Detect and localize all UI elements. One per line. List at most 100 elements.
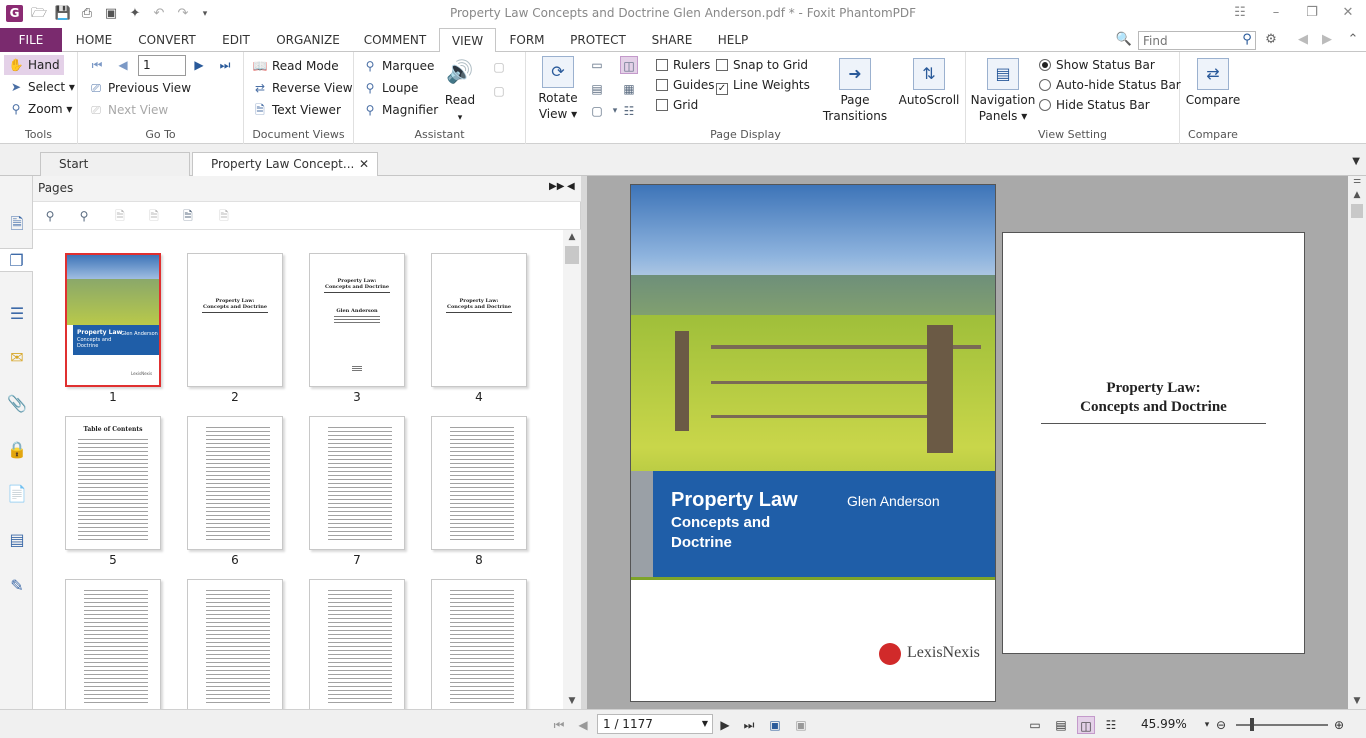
tab-form[interactable]: FORM [503, 28, 551, 52]
marquee-button[interactable]: ⚲ Marquee [362, 56, 435, 76]
thumbnail-page-11[interactable] [309, 579, 405, 709]
last-page-icon[interactable]: ⏭ [740, 716, 758, 734]
guides-checkbox[interactable]: Guides [656, 75, 715, 95]
facing-pages-icon[interactable]: ◫ [620, 56, 638, 74]
continuous-facing-mode-icon[interactable]: ☷ [1102, 716, 1120, 734]
search-icon[interactable]: ⚲ [1238, 31, 1256, 49]
scrollbar-thumb[interactable] [1351, 204, 1363, 218]
layers-icon[interactable]: ☰ [5, 302, 29, 326]
thumbnail-page-4[interactable]: Property Law: Concepts and Doctrine [431, 253, 527, 387]
scroll-down-icon[interactable]: ▼ [563, 696, 581, 706]
page-number-input[interactable]: 1 [138, 55, 186, 76]
hide-status-bar-radio[interactable]: Hide Status Bar [1039, 95, 1150, 115]
maximize-icon[interactable]: ❐ [1300, 2, 1324, 24]
thumbnail-page-7[interactable] [309, 416, 405, 550]
continuous-mode-icon[interactable]: ▤ [1052, 716, 1070, 734]
find-options-icon[interactable]: 🔍 [1115, 31, 1133, 49]
reverse-view-button[interactable]: ⇄ Reverse View [252, 78, 353, 98]
single-page-mode-icon[interactable]: ▭ [1026, 716, 1044, 734]
collapse-panel-icon[interactable]: ◀ [567, 181, 575, 192]
settings-gear-icon[interactable]: ⚙ [1262, 31, 1280, 49]
grid-checkbox[interactable]: Grid [656, 95, 698, 115]
tab-start[interactable]: Start [40, 152, 190, 176]
reflow-icon[interactable]: ☷ [620, 102, 638, 120]
autoscroll-button[interactable]: ⇅ AutoScroll [896, 58, 962, 108]
thumbnail-page-8[interactable] [431, 416, 527, 550]
next-result-icon[interactable]: ▶ [1318, 31, 1336, 49]
text-viewer-button[interactable]: 🗎 Text Viewer [252, 100, 341, 120]
thumbnail-page-10[interactable] [187, 579, 283, 709]
tab-comment[interactable]: COMMENT [357, 28, 433, 52]
page-transitions-button[interactable]: ➜ Page Transitions [820, 58, 890, 124]
zoom-tool-button[interactable]: ⚲ Zoom ▾ [8, 99, 73, 119]
facing-mode-icon[interactable]: ◫ [1077, 716, 1095, 734]
page-properties-icon[interactable]: 🗎 [179, 207, 197, 225]
expand-panel-icon[interactable]: ▶▶ [549, 181, 564, 192]
next-page-icon[interactable]: ▶ [190, 56, 208, 74]
pages-icon[interactable]: ❐ [0, 248, 33, 272]
thumbnail-page-3[interactable]: Property Law: Concepts and Doctrine Glen… [309, 253, 405, 387]
previous-page-icon[interactable]: ◀ [574, 716, 592, 734]
bookmarks-icon[interactable]: 🗎 [5, 212, 29, 236]
tab-share[interactable]: SHARE [644, 28, 700, 52]
first-page-icon[interactable]: ⏮ [550, 716, 568, 734]
previous-view-icon[interactable]: ▣ [766, 716, 784, 734]
insert-page-icon[interactable]: 🗎 [111, 207, 129, 225]
separate-cover-icon[interactable]: ▢ [588, 102, 606, 120]
magnifier-button[interactable]: ⚲ Magnifier [362, 100, 439, 120]
rulers-checkbox[interactable]: Rulers [656, 55, 710, 75]
close-window-icon[interactable]: ✕ [1336, 2, 1360, 24]
minimize-icon[interactable]: – [1264, 2, 1288, 24]
delete-page-icon[interactable]: 🗎 [215, 207, 233, 225]
comments-icon[interactable]: ✉ [5, 346, 29, 370]
signatures-icon[interactable]: 📄 [5, 482, 29, 506]
tab-file[interactable]: FILE [0, 28, 62, 52]
scroll-down-icon[interactable]: ▼ [1348, 696, 1366, 706]
attachments-icon[interactable]: 📎 [5, 392, 29, 416]
tab-view[interactable]: VIEW [439, 28, 496, 53]
split-view-icon[interactable]: ⚌ [1348, 176, 1366, 186]
read-button[interactable]: 🔊 Read ▾ [444, 58, 476, 126]
zoom-in-icon[interactable]: ⊕ [1330, 716, 1348, 734]
zoom-level[interactable]: 45.99% [1141, 717, 1187, 731]
first-page-icon[interactable]: ⏮ [88, 56, 106, 74]
tab-document[interactable]: Property Law Concept... ✕ [192, 152, 378, 177]
autohide-status-bar-radio[interactable]: Auto-hide Status Bar [1039, 75, 1181, 95]
thumbnail-scrollbar[interactable]: ▲ ▼ [563, 230, 581, 709]
tags-icon[interactable]: ✎ [5, 574, 29, 598]
hand-tool-button[interactable]: ✋ Hand [4, 55, 64, 75]
thumbnail-page-1[interactable]: Property Law Concepts and Doctrine Glen … [65, 253, 161, 387]
zoom-slider-handle[interactable] [1250, 718, 1254, 731]
enlarge-thumbnails-icon[interactable]: ⚲ [41, 207, 59, 225]
page-indicator-dropdown[interactable]: 1 / 1177 ▼ [597, 714, 713, 734]
restore-layout-icon[interactable]: ☷ [1228, 2, 1252, 24]
scroll-up-icon[interactable]: ▲ [563, 232, 581, 242]
show-status-bar-radio[interactable]: Show Status Bar [1039, 55, 1155, 75]
tab-edit[interactable]: EDIT [214, 28, 258, 52]
next-view-button[interactable]: ⎚ Next View [88, 100, 168, 120]
next-page-icon[interactable]: ▶ [716, 716, 734, 734]
tab-convert[interactable]: CONVERT [128, 28, 206, 52]
thumbnail-page-12[interactable] [431, 579, 527, 709]
next-view-icon[interactable]: ▣ [792, 716, 810, 734]
thumbnail-page-5[interactable]: Table of Contents [65, 416, 161, 550]
snap-to-grid-checkbox[interactable]: Snap to Grid [716, 55, 808, 75]
extract-page-icon[interactable]: 🗎 [145, 207, 163, 225]
zoom-out-icon[interactable]: ⊖ [1212, 716, 1230, 734]
reduce-thumbnails-icon[interactable]: ⚲ [75, 207, 93, 225]
panel-splitter[interactable] [581, 176, 587, 709]
tab-list-dropdown-icon[interactable]: ▼ [1352, 156, 1360, 167]
tab-protect[interactable]: PROTECT [561, 28, 635, 52]
scrollbar-thumb[interactable] [565, 246, 579, 264]
scroll-up-icon[interactable]: ▲ [1348, 190, 1366, 200]
select-tool-button[interactable]: ➤ Select ▾ [8, 77, 75, 97]
tab-organize[interactable]: ORGANIZE [266, 28, 350, 52]
last-page-icon[interactable]: ⏭ [216, 56, 234, 74]
previous-view-button[interactable]: ⎚ Previous View [88, 78, 191, 98]
thumbnail-page-6[interactable] [187, 416, 283, 550]
loupe-button[interactable]: ⚲ Loupe [362, 78, 419, 98]
compare-button[interactable]: ⇄ Compare [1182, 58, 1244, 108]
close-tab-icon[interactable]: ✕ [359, 153, 369, 175]
single-page-icon[interactable]: ▭ [588, 56, 606, 74]
document-view[interactable]: Property Law Concepts and Doctrine Glen … [581, 176, 1348, 709]
